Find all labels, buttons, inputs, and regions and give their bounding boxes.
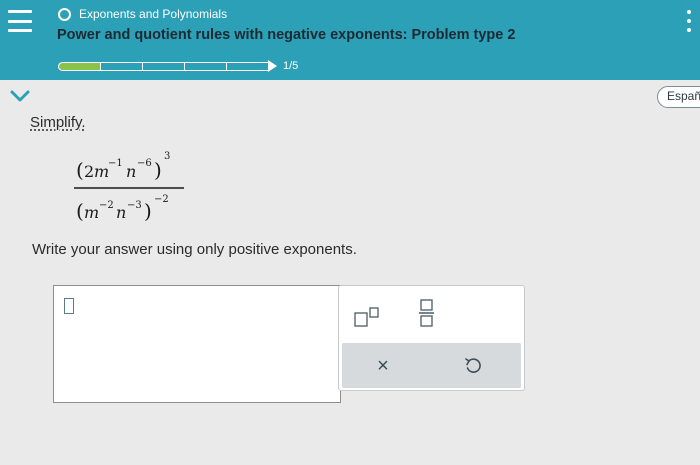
progress-bar: [58, 60, 277, 72]
language-toggle-button[interactable]: Españ: [657, 86, 700, 108]
denominator-outer-exponent: −2: [154, 194, 169, 205]
numerator-close-paren: ): [154, 158, 162, 182]
progress-segment: [142, 61, 184, 71]
clear-button[interactable]: ×: [370, 353, 396, 379]
chevron-down-icon[interactable]: [9, 88, 31, 104]
denominator-open-paren: (: [76, 199, 84, 223]
math-tool-panel: ×: [338, 285, 525, 391]
numerator-exp-n: −6: [137, 158, 152, 169]
progress-segment: [226, 61, 268, 71]
progress-segment: [100, 61, 142, 71]
problem-title: Power and quotient rules with negative e…: [57, 27, 516, 43]
progress-segment: [58, 61, 100, 71]
instructions-text: Write your answer using only positive ex…: [32, 241, 357, 258]
progress-count: 1/5: [283, 60, 299, 72]
topic-row: Exponents and Polynomials: [58, 7, 227, 21]
simplify-link[interactable]: Simplify.: [30, 114, 86, 131]
more-options-icon[interactable]: [686, 10, 692, 32]
progress-segment: [184, 61, 226, 71]
undo-icon[interactable]: [463, 356, 483, 376]
denominator-exp-n: −3: [127, 200, 142, 211]
numerator-var-n: n: [126, 162, 136, 181]
numerator-outer-exponent: 3: [164, 151, 170, 162]
input-cursor-placeholder: [64, 298, 74, 314]
denominator-exp-m: −2: [99, 200, 114, 211]
topic-circle-icon: [58, 7, 71, 21]
progress-arrow-icon: [268, 60, 277, 72]
numerator-exp-m: −1: [108, 158, 123, 169]
answer-input[interactable]: [53, 285, 341, 403]
numerator-open-paren: (: [76, 158, 84, 182]
top-header-bar: Exponents and Polynomials Power and quot…: [0, 0, 700, 80]
fraction-icon[interactable]: [417, 298, 437, 328]
numerator-coefficient: 2: [84, 162, 94, 181]
hamburger-menu-icon[interactable]: [8, 10, 32, 32]
denominator-close-paren: ): [144, 199, 152, 223]
denominator-var-n: n: [116, 203, 126, 222]
superscript-icon[interactable]: [353, 306, 383, 328]
progress-indicator: 1/5: [58, 60, 298, 72]
numerator-var-m: m: [94, 162, 109, 181]
math-expression: ( 2 m −1 n −6 ) 3 ( m −2 n −3 ) −2: [74, 151, 184, 223]
topic-label: Exponents and Polynomials: [79, 7, 228, 21]
denominator-var-m: m: [84, 203, 99, 222]
action-bar: ×: [342, 343, 521, 388]
